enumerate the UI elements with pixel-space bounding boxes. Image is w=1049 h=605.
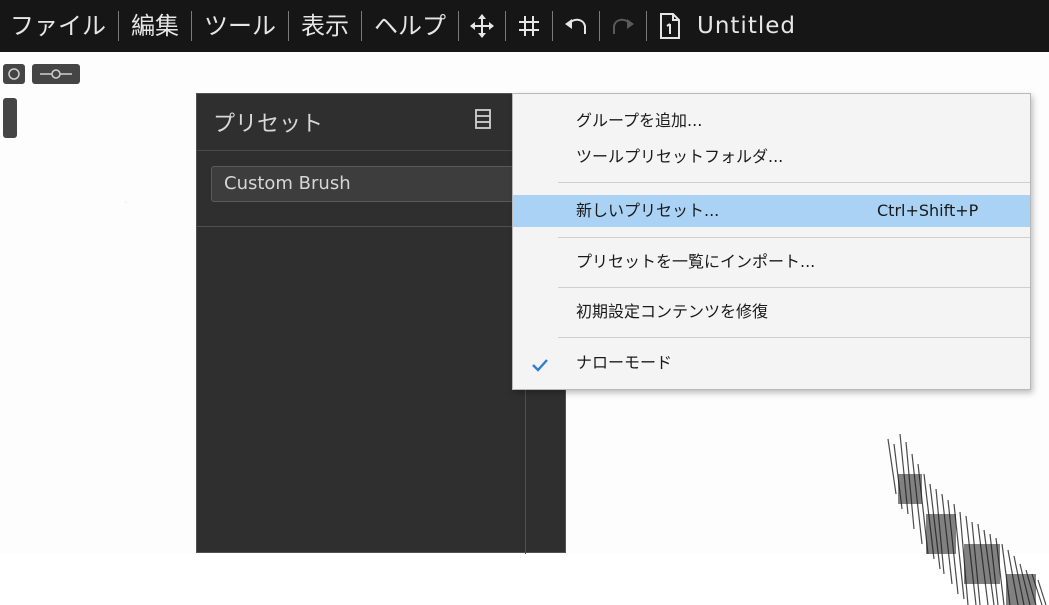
menu-separator xyxy=(552,11,553,41)
menu-separator xyxy=(558,182,1030,183)
menu-item-label: プリセットを一覧にインポート... xyxy=(576,252,816,271)
menu-view[interactable]: 表示 xyxy=(293,0,357,52)
menu-bar: ファイル 編集 ツール 表示 ヘルプ Untitled xyxy=(0,0,1049,52)
panel-menu-icon[interactable] xyxy=(473,108,493,134)
menu-separator xyxy=(558,337,1030,338)
menu-edit[interactable]: 編集 xyxy=(123,0,187,52)
menu-item-label: グループを追加... xyxy=(576,111,703,130)
document-icon[interactable] xyxy=(651,0,689,52)
menu-separator xyxy=(458,11,459,41)
menu-item-shortcut: Ctrl+Shift+P xyxy=(877,201,979,220)
grid-hash-icon[interactable] xyxy=(510,0,548,52)
brush-stroke-sketch xyxy=(887,434,1047,605)
view-toggle-button[interactable] xyxy=(3,64,25,84)
menu-separator xyxy=(191,11,192,41)
menu-separator xyxy=(558,237,1030,238)
menu-item-add-group[interactable]: グループを追加... xyxy=(513,105,1030,137)
undo-icon[interactable] xyxy=(557,0,595,52)
menu-help[interactable]: ヘルプ xyxy=(366,0,454,52)
menu-item-narrow-mode[interactable]: ナローモード xyxy=(513,347,1030,379)
menu-separator xyxy=(505,11,506,41)
preset-panel: プリセット Custom Brush xyxy=(196,93,566,554)
menu-item-tool-preset-folder[interactable]: ツールプリセットフォルダ... xyxy=(513,141,1030,173)
redo-icon[interactable] xyxy=(604,0,642,52)
menu-item-label: 初期設定コンテンツを修復 xyxy=(576,302,769,321)
slider-toggle-button[interactable] xyxy=(32,64,80,84)
menu-item-import-presets[interactable]: プリセットを一覧にインポート... xyxy=(513,246,1030,278)
side-tab-button[interactable] xyxy=(3,98,17,138)
menu-separator xyxy=(361,11,362,41)
checkmark-icon xyxy=(531,353,549,385)
menu-tools[interactable]: ツール xyxy=(196,0,284,52)
menu-item-restore-defaults[interactable]: 初期設定コンテンツを修復 xyxy=(513,296,1030,328)
menu-separator xyxy=(646,11,647,41)
menu-separator xyxy=(288,11,289,41)
menu-item-label: 新しいプリセット... xyxy=(576,201,720,220)
panel-title: プリセット xyxy=(213,112,324,137)
menu-separator xyxy=(558,287,1030,288)
panel-divider xyxy=(197,226,565,227)
preset-context-menu: グループを追加... ツールプリセットフォルダ... 新しいプリセット... C… xyxy=(512,93,1031,390)
menu-separator xyxy=(599,11,600,41)
move-arrows-icon[interactable] xyxy=(463,0,501,52)
menu-item-label: ナローモード xyxy=(576,353,673,372)
menu-separator xyxy=(118,11,119,41)
menu-file[interactable]: ファイル xyxy=(2,0,114,52)
panel-header: プリセット xyxy=(197,94,565,151)
document-title: Untitled xyxy=(697,13,796,39)
menu-item-new-preset[interactable]: 新しいプリセット... Ctrl+Shift+P xyxy=(513,195,1030,227)
menu-item-label: ツールプリセットフォルダ... xyxy=(576,147,784,166)
preset-selector[interactable]: Custom Brush xyxy=(211,166,551,202)
